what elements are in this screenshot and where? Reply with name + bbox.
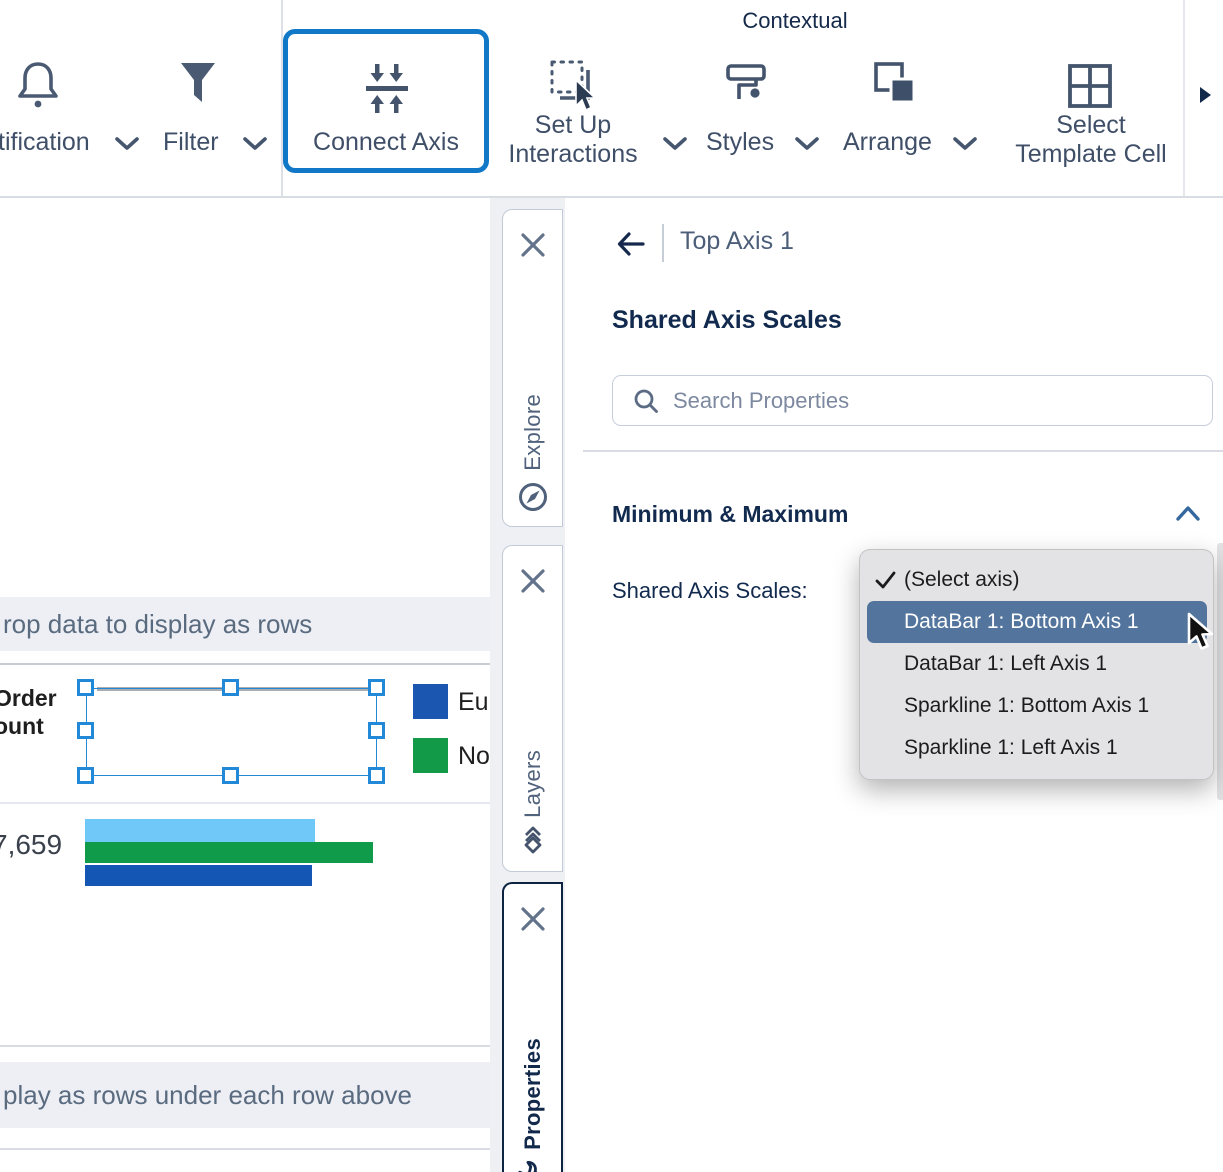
selection-handle-bottom-right[interactable] <box>368 767 385 784</box>
dropdown-item-sparkline-left-axis[interactable]: Sparkline 1: Left Axis 1 <box>860 727 1213 769</box>
chevron-down-icon[interactable] <box>242 136 268 152</box>
table-row-border <box>0 802 490 804</box>
section-heading: Shared Axis Scales <box>612 306 842 335</box>
connect-axis-icon <box>361 62 413 116</box>
chevron-up-icon[interactable] <box>1174 503 1202 523</box>
tab-explore-label: Explore <box>520 394 546 471</box>
filter-button[interactable]: Filter <box>163 128 219 157</box>
close-icon[interactable] <box>517 229 549 261</box>
search-properties-box[interactable] <box>612 375 1213 426</box>
select-template-label-line1: Select <box>1010 111 1172 140</box>
row-drop-hint: rop data to display as rows <box>0 609 312 640</box>
bar-value-label: 7,659 <box>0 829 62 861</box>
mouse-cursor <box>1186 612 1220 654</box>
dropdown-item-databar-bottom-axis[interactable]: DataBar 1: Bottom Axis 1 <box>867 601 1207 643</box>
group-heading-minimum-maximum[interactable]: Minimum & Maximum <box>612 501 848 528</box>
search-input[interactable] <box>671 387 1175 415</box>
toolbar: Contextual tification Filter <box>0 0 1223 196</box>
dropdown-item-select-axis[interactable]: (Select axis) <box>860 559 1213 601</box>
tab-layers[interactable]: Layers <box>502 545 563 872</box>
dropdown-item-sparkline-bottom-axis[interactable]: Sparkline 1: Bottom Axis 1 <box>860 685 1213 727</box>
panel-header-divider <box>662 224 664 262</box>
check-icon <box>875 570 897 590</box>
search-icon <box>633 388 659 414</box>
selection-handle-bottom-left[interactable] <box>77 767 94 784</box>
selection-handle-top-left[interactable] <box>77 679 94 696</box>
set-up-interactions-button[interactable]: Set Up Interactions <box>494 111 652 169</box>
arrange-squares-icon <box>872 60 920 108</box>
selection-handle-middle-left[interactable] <box>77 722 94 739</box>
toolbar-group-label: Contextual <box>700 8 890 34</box>
selection-handle-middle-right[interactable] <box>368 722 385 739</box>
selection-handle-top-middle[interactable] <box>222 679 239 696</box>
connect-axis-label: Connect Axis <box>283 128 489 157</box>
set-up-interactions-icon <box>548 58 600 114</box>
subrow-drop-zone[interactable]: play as rows under each row above <box>0 1062 490 1128</box>
styles-button[interactable]: Styles <box>706 128 774 157</box>
paint-roller-icon <box>725 62 771 110</box>
toolbar-overflow-arrow-icon[interactable] <box>1198 85 1212 105</box>
wrench-icon <box>514 1157 551 1172</box>
row-header-line2: ount <box>0 712 57 740</box>
chevron-down-icon[interactable] <box>114 136 140 152</box>
dark-blue-bar <box>85 865 312 886</box>
panel-divider <box>583 450 1223 452</box>
table-row-border <box>0 1148 490 1150</box>
toolbar-right-divider <box>1183 0 1185 196</box>
tab-properties[interactable]: Properties <box>502 882 563 1172</box>
panel-scrollbar-track <box>1217 543 1223 800</box>
close-icon[interactable] <box>517 565 549 597</box>
row-header-cell: Order ount <box>0 684 57 740</box>
green-bar <box>85 842 373 863</box>
layers-icon <box>518 825 548 861</box>
tab-layers-label: Layers <box>520 750 546 818</box>
close-icon[interactable] <box>517 903 549 935</box>
back-arrow-icon[interactable] <box>615 229 647 259</box>
chevron-down-icon[interactable] <box>662 136 688 152</box>
row-drop-zone[interactable]: rop data to display as rows <box>0 597 490 651</box>
shared-axis-scales-label: Shared Axis Scales: <box>612 578 808 604</box>
select-template-label-line2: Template Cell <box>1010 140 1172 169</box>
table-row-border <box>0 663 490 665</box>
template-grid-icon <box>1066 62 1114 110</box>
filter-icon <box>178 60 218 110</box>
shared-axis-dropdown-menu: (Select axis) DataBar 1: Bottom Axis 1 D… <box>859 549 1214 780</box>
set-up-label-line1: Set Up <box>494 111 652 140</box>
legend-swatch-north-america[interactable] <box>413 738 448 773</box>
subrow-drop-hint: play as rows under each row above <box>0 1080 412 1111</box>
light-blue-bar <box>85 819 315 842</box>
legend-swatch-europe[interactable] <box>413 684 448 719</box>
compass-icon <box>517 481 549 513</box>
chevron-down-icon[interactable] <box>794 136 820 152</box>
bell-icon <box>16 58 60 112</box>
selection-outline[interactable] <box>86 688 377 776</box>
set-up-label-line2: Interactions <box>494 140 652 169</box>
dropdown-item-databar-left-axis[interactable]: DataBar 1: Left Axis 1 <box>860 643 1213 685</box>
select-template-cell-button[interactable]: Select Template Cell <box>1010 111 1172 169</box>
app-window: Contextual tification Filter <box>0 0 1223 1172</box>
tab-explore[interactable]: Explore <box>502 209 563 527</box>
notification-button[interactable]: tification <box>0 128 90 157</box>
arrange-button[interactable]: Arrange <box>843 128 932 157</box>
selection-handle-bottom-middle[interactable] <box>222 767 239 784</box>
panel-title: Top Axis 1 <box>680 227 794 256</box>
tab-properties-label: Properties <box>520 1038 546 1150</box>
chevron-down-icon[interactable] <box>952 136 978 152</box>
table-row-border <box>0 1045 490 1047</box>
design-canvas: rop data to display as rows Order ount E… <box>0 198 490 1172</box>
row-header-line1: Order <box>0 684 57 712</box>
selection-handle-top-right[interactable] <box>368 679 385 696</box>
